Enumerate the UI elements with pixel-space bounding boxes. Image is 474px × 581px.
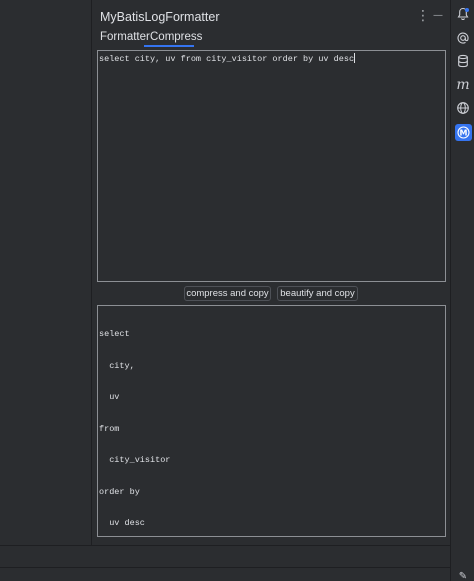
- sql-input-text: select city, uv from city_visitor order …: [99, 54, 355, 64]
- output-line: order by: [99, 486, 140, 497]
- output-line: city,: [99, 360, 135, 371]
- active-tab-indicator: [144, 45, 194, 47]
- tab-compress[interactable]: Compress: [150, 30, 202, 46]
- tool-window-title: MyBatisLogFormatter: [100, 10, 220, 24]
- bottom-status-bar: [0, 545, 450, 581]
- left-panel: [0, 0, 92, 545]
- tool-window: MyBatisLogFormatter ⋮ — Formatter Compre…: [92, 0, 450, 545]
- mybatis-icon[interactable]: M: [455, 124, 472, 141]
- text-caret: [354, 53, 356, 63]
- compress-and-copy-button[interactable]: compress and copy: [184, 286, 271, 301]
- globe-icon[interactable]: [455, 101, 471, 117]
- notifications-icon[interactable]: [455, 7, 471, 23]
- options-menu-icon[interactable]: ⋮: [415, 8, 431, 24]
- output-line: uv desc: [99, 518, 145, 528]
- maven-icon[interactable]: m: [455, 77, 471, 93]
- bell-svg: [457, 7, 469, 21]
- at-sign-icon[interactable]: [455, 31, 471, 47]
- output-line: city_visitor: [99, 455, 171, 465]
- sql-input-textarea[interactable]: select city, uv from city_visitor order …: [97, 50, 446, 282]
- edit-icon[interactable]: ✎: [455, 569, 471, 581]
- globe-svg: [457, 102, 469, 114]
- output-line: from: [99, 423, 120, 434]
- beautify-and-copy-button[interactable]: beautify and copy: [277, 286, 358, 301]
- tool-window-header: MyBatisLogFormatter ⋮ —: [92, 0, 450, 30]
- sql-output-textarea[interactable]: select city, uv from city_visitor order …: [97, 305, 446, 537]
- mybatis-svg: M: [457, 126, 470, 139]
- output-line: select: [99, 329, 130, 339]
- output-line: uv: [99, 392, 120, 402]
- minimize-icon[interactable]: —: [430, 8, 446, 24]
- tab-formatter[interactable]: Formatter: [100, 30, 150, 46]
- database-icon[interactable]: [455, 54, 471, 70]
- status-divider: [0, 567, 450, 568]
- tab-bar: Formatter Compress: [92, 30, 450, 47]
- at-svg: [457, 32, 469, 44]
- right-tool-strip: m M ✎: [450, 0, 474, 581]
- database-svg: [458, 54, 468, 68]
- mybatis-glyph: M: [460, 129, 468, 138]
